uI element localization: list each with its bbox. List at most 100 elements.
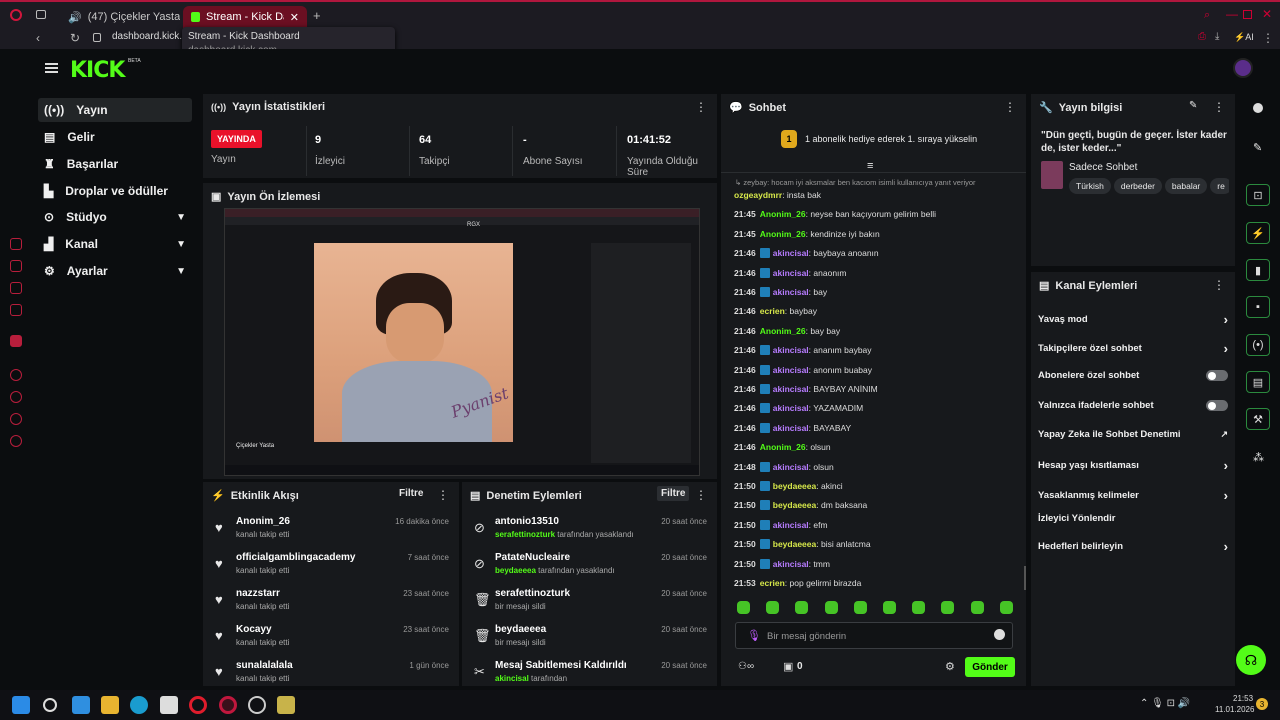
channel-action-item[interactable]: Abonelere özel sohbet xyxy=(1038,370,1228,381)
emote-icon[interactable] xyxy=(999,601,1013,614)
chat-message[interactable]: 21:46 Anonim_26: olsun xyxy=(734,442,831,452)
sidebar-app-icon[interactable] xyxy=(10,282,22,294)
download-icon[interactable]: ⤓ xyxy=(1215,31,1219,42)
notification-badge[interactable]: 3 xyxy=(1256,698,1268,710)
emote-icon[interactable] xyxy=(912,601,926,614)
sidebar-item-yayin[interactable]: ((•)) Yayın xyxy=(38,98,192,122)
opera-gx-icon[interactable] xyxy=(219,696,237,714)
emote-icon[interactable] xyxy=(737,601,750,614)
sidebar-item-ayarlar[interactable]: ⚙ Ayarlar ▼ xyxy=(38,259,192,283)
chat-username[interactable]: akincisal xyxy=(773,345,809,355)
chat-message[interactable]: 21:46 ecrien: baybay xyxy=(734,306,817,316)
activity-item[interactable]: ♥ Kocayy kanalı takip etti 23 saat önce xyxy=(203,622,459,656)
sidebar-item-basarilar[interactable]: ♜ Başarılar xyxy=(38,152,192,176)
avatar[interactable] xyxy=(1233,58,1253,78)
chat-username[interactable]: akincisal xyxy=(773,403,809,413)
chat-message[interactable]: 21:50 akincisal: efm xyxy=(734,519,828,530)
channel-action-item[interactable]: Yavaş mod › xyxy=(1038,312,1228,327)
chat-message[interactable]: 21:46 akincisal: BAYBAY ANİNIM xyxy=(734,384,878,394)
share-icon[interactable]: ⎙ xyxy=(1198,31,1206,42)
gift-banner[interactable]: 1 1 abonelik hediye ederek 1. sıraya yük… xyxy=(781,130,977,148)
emote-icon[interactable] xyxy=(970,601,984,614)
settings-icon[interactable] xyxy=(10,435,22,447)
moderation-target[interactable]: serafettinozturk xyxy=(495,588,570,599)
chat-message[interactable]: 21:45 Anonim_26: neyse ban kaçıyorum geli… xyxy=(734,209,936,219)
emote-icon[interactable] xyxy=(941,601,955,614)
chat-message[interactable]: 21:46 akincisal: bay xyxy=(734,287,827,297)
more-options-icon[interactable]: ⋮ xyxy=(695,100,707,114)
activity-item[interactable]: ♥ sunalalalala kanalı takip etti 1 gün önce xyxy=(203,658,459,692)
tab-kick-dashboard[interactable]: Stream - Kick Dashbo ✕ xyxy=(183,6,307,28)
chat-username[interactable]: beydaeeea xyxy=(773,500,816,510)
chat-message[interactable]: 21:46 akincisal: BAYABAY xyxy=(734,422,851,433)
pinned-toggle-icon[interactable]: ≡ xyxy=(867,160,873,172)
activity-user[interactable]: Kocayy xyxy=(236,624,272,635)
moderation-item[interactable]: 🗑 beydaeeea bir mesajı sildi 20 saat önce xyxy=(462,622,717,656)
app-icon[interactable] xyxy=(248,696,266,714)
chat-username[interactable]: akincisal xyxy=(773,248,809,258)
sidebar-app-icon[interactable] xyxy=(10,391,22,403)
chat-username[interactable]: Anonim_26 xyxy=(760,442,806,452)
moderator-name[interactable]: akincisal xyxy=(495,674,529,683)
browser-logo-icon[interactable] xyxy=(10,9,22,21)
tag[interactable]: Türkish xyxy=(1069,178,1111,194)
chat-username[interactable]: ozgeaydmrr xyxy=(734,190,782,200)
chat-message[interactable]: 21:46 akincisal: anaonım xyxy=(734,267,847,278)
back-icon[interactable]: ‹ xyxy=(36,31,40,45)
activity-user[interactable]: Anonim_26 xyxy=(236,516,290,527)
chat-username[interactable]: beydaeeea xyxy=(773,481,816,491)
volume-icon[interactable]: 🔊 xyxy=(68,11,82,24)
chat-username[interactable]: akincisal xyxy=(773,520,809,530)
chat-message[interactable]: 21:46 akincisal: anonım buabay xyxy=(734,364,872,375)
chat-username[interactable]: Anonim_26 xyxy=(760,229,806,239)
chat-message[interactable]: 21:50 beydaeeea: dm baksana xyxy=(734,500,867,511)
chat-username[interactable]: akincisal xyxy=(773,559,809,569)
sidebar-item-studyo[interactable]: ⊙ Stüdyo ▼ xyxy=(38,205,192,229)
windows-start-icon[interactable] xyxy=(12,696,30,714)
url-field[interactable]: dashboard.kick.c xyxy=(112,31,187,42)
chat-message[interactable]: 21:46 Anonim_26: bay bay xyxy=(734,326,840,336)
moderation-target[interactable]: Mesaj Sabitlemesi Kaldırıldı xyxy=(495,660,627,671)
chat-settings-icon[interactable]: ⚙ xyxy=(945,660,955,673)
maximize-button[interactable] xyxy=(1243,10,1252,19)
channel-action-item[interactable]: Yasaklanmış kelimeler › xyxy=(1038,488,1228,503)
stream-preview-video[interactable]: RGX Pyanist Çiçekler Yasta xyxy=(224,208,700,476)
chat-username[interactable]: Anonim_26 xyxy=(760,209,806,219)
more-options-icon[interactable]: ⋮ xyxy=(1004,100,1016,114)
emote-icon[interactable] xyxy=(795,601,809,614)
pen-icon[interactable]: ✎ xyxy=(1253,141,1262,154)
moderation-target[interactable]: antonio13510 xyxy=(495,516,559,527)
moderation-item[interactable]: 🗑 serafettinozturk bir mesajı sildi 20 saat… xyxy=(462,586,717,620)
chat-username[interactable]: akincisal xyxy=(773,268,809,278)
chat-message[interactable]: ozgeaydmrr: insta bak xyxy=(734,190,821,200)
emoji-icon[interactable] xyxy=(994,629,1005,640)
moderation-item[interactable]: ⊘ antonio13510 serafettinozturk tarafından… xyxy=(462,514,717,548)
menu-icon[interactable]: ⋮ xyxy=(1262,31,1274,45)
app-icon[interactable] xyxy=(277,696,295,714)
chat-message[interactable]: 21:53 ecrien: pop gelirmi birazda xyxy=(734,578,861,588)
chat-message[interactable]: 21:50 beydaeeea: akinci xyxy=(734,481,843,491)
tag[interactable]: babalar xyxy=(1164,178,1208,194)
close-window-button[interactable]: ✕ xyxy=(1262,7,1272,21)
store-icon[interactable] xyxy=(160,696,178,714)
activity-item[interactable]: ♥ officialgamblingacademy kanalı takip ett… xyxy=(203,550,459,584)
chat-username[interactable]: Anonim_26 xyxy=(760,326,806,336)
wrench-icon[interactable]: ⚒ xyxy=(1246,408,1270,430)
moderator-name[interactable]: beydaeeea xyxy=(495,566,536,575)
broadcast-icon[interactable]: (•) xyxy=(1246,334,1270,356)
chat-message[interactable]: 21:46 akincisal: ananım baybay xyxy=(734,345,872,356)
chat-username[interactable]: ecrien xyxy=(760,578,785,588)
chat-scrollbar[interactable] xyxy=(1024,566,1026,590)
gift-icon[interactable]: ▣ xyxy=(783,660,793,673)
search-tabs-icon[interactable]: ⌕ xyxy=(1204,9,1210,22)
moderation-item[interactable]: ✂ Mesaj Sabitlemesi Kaldırıldı akincisal t… xyxy=(462,658,717,692)
kick-logo[interactable]: KICK xyxy=(70,58,125,83)
edge-icon[interactable] xyxy=(130,696,148,714)
send-button[interactable]: Gönder xyxy=(965,657,1015,677)
search-icon[interactable] xyxy=(43,698,57,712)
chat-username[interactable]: beydaeeea xyxy=(773,539,816,549)
filter-button[interactable]: Filtre xyxy=(399,488,423,499)
activity-user[interactable]: sunalalalala xyxy=(236,660,293,671)
sidebar-app-icon[interactable] xyxy=(10,238,22,250)
emote-icon[interactable] xyxy=(766,601,780,614)
